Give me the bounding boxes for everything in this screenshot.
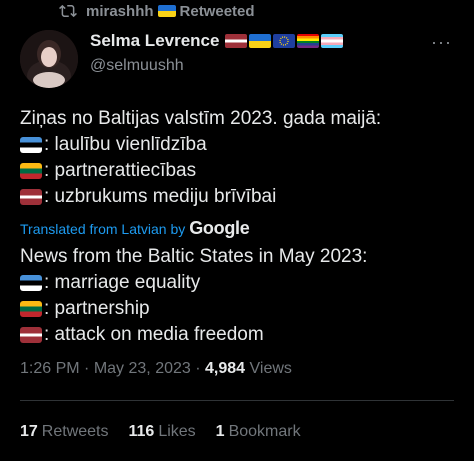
tweet-title-translated: News from the Baltic States in May 2023: (20, 246, 368, 267)
author-handle[interactable]: @selmuushh (90, 57, 454, 75)
line-text: : uzbrukums mediju brīvībai (44, 186, 277, 207)
latvia-flag-icon (20, 189, 42, 205)
translation-label[interactable]: Translated from Latvian by Google (20, 218, 250, 239)
tweet-title-original: Ziņas no Baltijas valstīm 2023. gada mai… (20, 108, 382, 129)
retweets-label: Retweets (41, 423, 109, 440)
tweet-original-text: Ziņas no Baltijas valstīm 2023. gada mai… (20, 106, 454, 210)
retweet-label: Retweeted (179, 2, 255, 20)
list-item: : partnerattiecības (20, 158, 454, 184)
tweet-stats: 17 Retweets 116 Likes 1 Bookmark (20, 423, 301, 441)
ukraine-flag-icon (157, 5, 176, 17)
tweet-time[interactable]: 1:26 PM (20, 360, 80, 377)
eu-flag-icon (273, 34, 296, 48)
retweets-stat[interactable]: 17 Retweets (20, 423, 109, 441)
tweet-header: Selma Levrence @selmuushh (90, 31, 454, 75)
line-text: : attack on media freedom (44, 324, 264, 345)
list-item: : marriage equality (20, 270, 454, 296)
line-text: : partnerattiecības (44, 160, 197, 181)
tweet-translated-text: News from the Baltic States in May 2023:… (20, 244, 454, 348)
author-display-name[interactable]: Selma Levrence (90, 31, 219, 51)
retweet-context[interactable]: mirashhh Retweeted (58, 2, 255, 20)
name-flags (225, 34, 344, 48)
estonia-flag-icon (20, 275, 42, 291)
retweet-icon (59, 4, 77, 18)
translation-label-text: Translated from Latvian by (20, 220, 186, 237)
avatar-portrait-icon (20, 30, 78, 88)
lithuania-flag-icon (20, 301, 42, 317)
divider (20, 400, 454, 401)
likes-label: Likes (158, 423, 196, 440)
line-text: : laulību vienlīdzība (44, 134, 207, 155)
tweet-view: mirashhh Retweeted Selma Levrence @selmu… (0, 0, 474, 461)
latvia-flag-icon (20, 327, 42, 343)
more-options-icon[interactable]: ··· (431, 32, 452, 53)
retweets-count: 17 (20, 423, 38, 440)
meta-separator: · (195, 360, 206, 377)
likes-stat[interactable]: 116 Likes (129, 423, 196, 441)
list-item: : laulību vienlīdzība (20, 132, 454, 158)
rainbow-flag-icon (297, 34, 320, 48)
estonia-flag-icon (20, 137, 42, 153)
list-item: : uzbrukums mediju brīvībai (20, 184, 454, 210)
meta-separator: · (84, 360, 94, 377)
latvia-flag-icon (225, 34, 248, 48)
likes-count: 116 (128, 423, 155, 440)
google-logo: Google (189, 218, 250, 238)
tweet-meta: 1:26 PM · May 23, 2023 · 4,984 Views (20, 360, 292, 378)
transgender-flag-icon (321, 34, 344, 48)
line-text: : partnership (44, 298, 150, 319)
ukraine-flag-icon (249, 34, 272, 48)
bookmarks-label: Bookmark (228, 423, 301, 440)
views-count: 4,984 (205, 360, 246, 377)
bookmarks-count: 1 (215, 423, 225, 440)
avatar[interactable] (20, 30, 78, 88)
views-label: Views (249, 360, 292, 377)
list-item: : attack on media freedom (20, 322, 454, 348)
tweet-date[interactable]: May 23, 2023 (94, 360, 191, 377)
lithuania-flag-icon (20, 163, 42, 179)
line-text: : marriage equality (44, 272, 201, 293)
list-item: : partnership (20, 296, 454, 322)
bookmarks-stat[interactable]: 1 Bookmark (216, 423, 301, 441)
retweeter-name[interactable]: mirashhh (86, 3, 154, 20)
